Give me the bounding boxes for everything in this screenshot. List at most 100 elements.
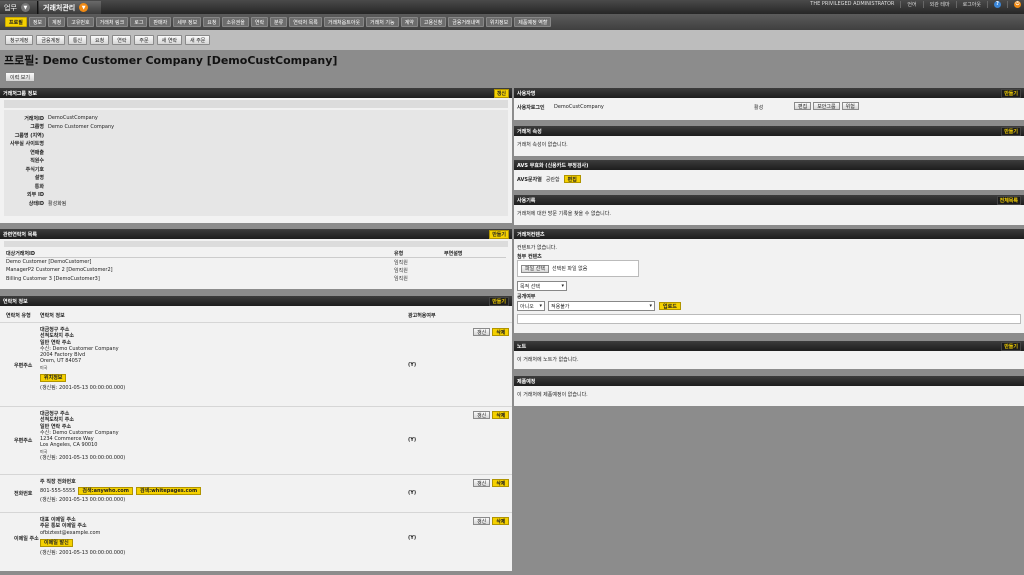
- panel-header: 관련연락처 목록 만들기: [0, 229, 512, 239]
- related-type: 임직원: [394, 259, 408, 266]
- logout-link[interactable]: 로그아웃: [963, 1, 981, 8]
- table-row[interactable]: ManagerP2 Customer 2 [DemoCustomer2] 임직원: [6, 266, 506, 275]
- help-icon[interactable]: ?: [994, 0, 1001, 8]
- app-tab-label: 거래처관리: [43, 3, 76, 12]
- top-bar: 업무 ▼ 거래처관리 ▼ THE PRIVILEGED ADMINISTRATO…: [0, 0, 1024, 14]
- app-tab-label: 업무: [4, 3, 17, 12]
- contact-delete-button[interactable]: 삭제: [492, 328, 510, 336]
- email-address: ofbiztest@example.com: [40, 529, 101, 536]
- related-party-name[interactable]: Demo Customer [DemoCustomer]: [6, 258, 394, 267]
- contact-update-button[interactable]: 갱신: [473, 411, 491, 419]
- group-update-button[interactable]: 갱신: [493, 88, 509, 98]
- table-row[interactable]: Demo Customer [DemoCustomer] 임직원: [6, 258, 506, 267]
- contact-row-postal-1: 우편주소 대금청구 주소 선적도착지 주소 일반 연락 주소 수신: Demo …: [0, 322, 512, 406]
- user-login-panel: 사용자명 만들기 사용자로그인 DemoCustCompany 활성 편집 보안…: [514, 88, 1024, 120]
- field-value: Demo Customer Company: [48, 123, 115, 130]
- nav-employment[interactable]: 고용신청: [419, 17, 447, 27]
- attr-create-button[interactable]: 만들기: [1001, 126, 1021, 136]
- search-anywho-button[interactable]: 검색:anywho.com: [78, 487, 133, 496]
- audit-log-button[interactable]: 이력 보기: [5, 72, 35, 82]
- table-row[interactable]: Billing Customer 3 [DemoCustomer3] 임직원: [6, 275, 506, 284]
- contact-delete-button[interactable]: 삭제: [492, 517, 510, 525]
- nav-ownership[interactable]: 소유권을: [222, 17, 249, 27]
- new-order-button[interactable]: 새 주문: [185, 35, 211, 45]
- nav-opt-out[interactable]: 거래처옵트아웃: [323, 17, 365, 27]
- nav-geo[interactable]: 위치정보: [485, 17, 513, 27]
- request-button[interactable]: 요청: [90, 35, 110, 45]
- public-select[interactable]: 아니오 ▾: [517, 301, 545, 311]
- contact-update-button[interactable]: 갱신: [473, 517, 491, 525]
- chevron-down-icon: ▾: [649, 303, 652, 309]
- user-edit-button[interactable]: 편집: [794, 102, 812, 110]
- panel-title: 연락처 정보: [3, 298, 28, 305]
- contact-delete-button[interactable]: 삭제: [492, 411, 510, 419]
- nav-request[interactable]: 요청: [203, 17, 221, 27]
- contact-details: 대금청구 주소 선적도착지 주소 일반 연락 주소 수신: Demo Custo…: [40, 411, 125, 461]
- nav-profile[interactable]: 프로필: [5, 17, 27, 27]
- solicitation-flag: (Y): [408, 362, 417, 368]
- fin-account-button[interactable]: 금융계정: [36, 35, 65, 45]
- avs-edit-button[interactable]: 편집: [563, 175, 581, 183]
- user-create-button[interactable]: 만들기: [1001, 88, 1021, 98]
- app-tab-party-manager[interactable]: 거래처관리 ▼: [39, 1, 101, 14]
- user-risk-button[interactable]: 위험: [841, 102, 859, 110]
- nav-log[interactable]: 로그: [130, 17, 148, 27]
- search-whitepages-button[interactable]: 검색:whitepages.com: [135, 487, 202, 496]
- divider: [1007, 0, 1008, 8]
- purpose-select[interactable]: 목적 선택 ▾: [517, 281, 567, 291]
- order-button[interactable]: 주문: [134, 35, 154, 45]
- new-contact-button[interactable]: 새 연락: [156, 35, 183, 45]
- nav-fin-history[interactable]: 금융거래내역: [448, 17, 484, 27]
- updated-date: (갱신됨: 2001-05-13 00:00:00.000): [40, 385, 126, 392]
- nav-vendor[interactable]: 판매자: [149, 17, 172, 27]
- role-select[interactable]: 적용불가 ▾: [548, 301, 655, 311]
- panel-header: AVS 무효화 (신용카드 부정검사): [514, 160, 1024, 170]
- nav-party-link[interactable]: 거래처 링크: [95, 17, 129, 27]
- nav-info[interactable]: 정보: [28, 17, 47, 27]
- app-tab-business[interactable]: 업무 ▼: [0, 1, 38, 14]
- contact-button[interactable]: 연락: [112, 35, 132, 45]
- nav-classification[interactable]: 분류: [270, 17, 288, 27]
- nav-contact[interactable]: 연락: [250, 17, 269, 27]
- nav-contact-list[interactable]: 연락처 목록: [289, 17, 322, 27]
- empty-message: 컨텐트가 없습니다.: [517, 245, 557, 251]
- nav-identification[interactable]: 고유번호: [67, 17, 94, 27]
- updated-date: (갱신됨: 2001-05-13 00:00:00.000): [40, 549, 126, 556]
- contact-update-button[interactable]: 갱신: [473, 328, 491, 336]
- contact-create-button[interactable]: 만들기: [489, 296, 509, 306]
- user-security-group-button[interactable]: 보안그룹: [813, 102, 840, 110]
- avs-label: AVS문자열: [517, 176, 542, 183]
- geo-location-button[interactable]: 위치정보: [40, 374, 67, 383]
- contact-update-button[interactable]: 갱신: [473, 479, 491, 487]
- contact-delete-button[interactable]: 삭제: [492, 479, 510, 487]
- related-table: 대상거래처ID 유형 부연설명 Demo Customer [DemoCusto…: [6, 249, 506, 283]
- nav-product-store-role[interactable]: 제품예정 역할: [514, 17, 552, 27]
- related-party-name[interactable]: ManagerP2 Customer 2 [DemoCustomer2]: [6, 266, 394, 275]
- notes-create-button[interactable]: 만들기: [1001, 341, 1021, 351]
- field-label: 통화: [34, 183, 44, 190]
- visits-list-all-button[interactable]: 전체목록: [996, 195, 1021, 205]
- file-input[interactable]: 파일 선택 선택된 파일 없음: [517, 260, 639, 277]
- send-email-button[interactable]: 이메일 발신: [40, 538, 73, 547]
- field-label: 상태ID: [28, 200, 44, 207]
- nav-account[interactable]: 계정: [48, 17, 66, 27]
- divider: [987, 0, 988, 8]
- power-icon[interactable]: ⏻: [1014, 0, 1021, 8]
- choose-file-button[interactable]: 파일 선택: [521, 264, 549, 273]
- page-title: 프로필: Demo Customer Company [DemoCustComp…: [4, 54, 338, 67]
- field-group-name: 그룹명 Demo Customer Company: [4, 123, 508, 132]
- language-link[interactable]: 언어: [907, 1, 916, 8]
- nav-tax-info[interactable]: 세무 정보: [173, 17, 202, 27]
- upload-button[interactable]: 업로드: [659, 302, 681, 310]
- communication-button[interactable]: 통신: [67, 35, 88, 45]
- column-header: 유형: [394, 249, 444, 258]
- panel-header: 거래처 속성 만들기: [514, 126, 1024, 136]
- related-create-button[interactable]: 만들기: [489, 229, 509, 239]
- table-header-row: 대상거래처ID 유형 부연설명: [6, 249, 506, 258]
- related-party-name[interactable]: Billing Customer 3 [DemoCustomer3]: [6, 275, 394, 284]
- billing-account-button[interactable]: 청구계정: [5, 35, 34, 45]
- nav-party-feature[interactable]: 거래처 기능: [366, 17, 399, 27]
- field-currency: 통화: [4, 182, 508, 191]
- theme-link[interactable]: 외관 테마: [930, 1, 950, 8]
- nav-agreement[interactable]: 계약: [400, 17, 418, 27]
